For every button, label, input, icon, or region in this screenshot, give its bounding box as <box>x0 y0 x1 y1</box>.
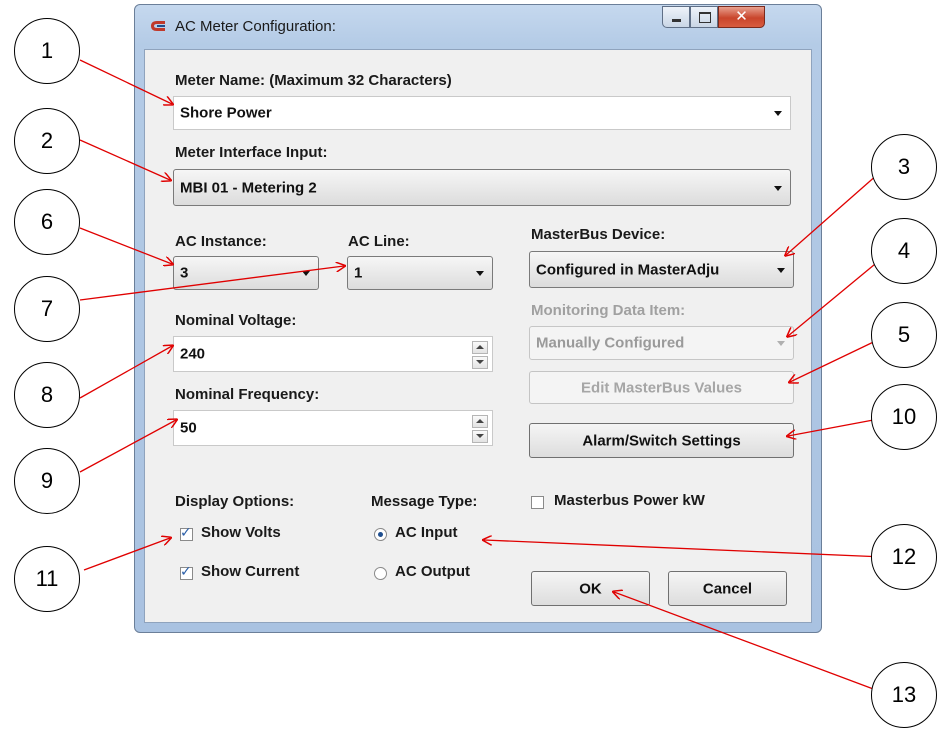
arrow-4 <box>788 254 887 336</box>
arrow-11 <box>83 538 170 571</box>
arrow-3 <box>786 166 887 255</box>
arrow-9 <box>79 420 176 473</box>
arrow-12 <box>484 540 885 558</box>
callout-11: 11 <box>14 546 80 612</box>
arrow-10 <box>788 417 885 436</box>
callout-4: 4 <box>871 218 937 284</box>
arrow-1 <box>79 59 172 104</box>
callout-arrows <box>79 59 887 694</box>
arrow-13 <box>614 592 885 694</box>
callout-10: 10 <box>871 384 937 450</box>
arrow-6 <box>79 227 172 264</box>
callout-13: 13 <box>871 662 937 728</box>
arrow-2 <box>79 139 170 180</box>
arrow-7 <box>79 266 344 301</box>
callout-3: 3 <box>871 134 937 200</box>
callout-12: 12 <box>871 524 937 590</box>
callout-2: 2 <box>14 108 80 174</box>
callout-5: 5 <box>871 302 937 368</box>
callout-9: 9 <box>14 448 80 514</box>
callout-1: 1 <box>14 18 80 84</box>
arrow-8 <box>79 346 172 399</box>
callout-7: 7 <box>14 276 80 342</box>
callout-8: 8 <box>14 362 80 428</box>
callout-6: 6 <box>14 189 80 255</box>
